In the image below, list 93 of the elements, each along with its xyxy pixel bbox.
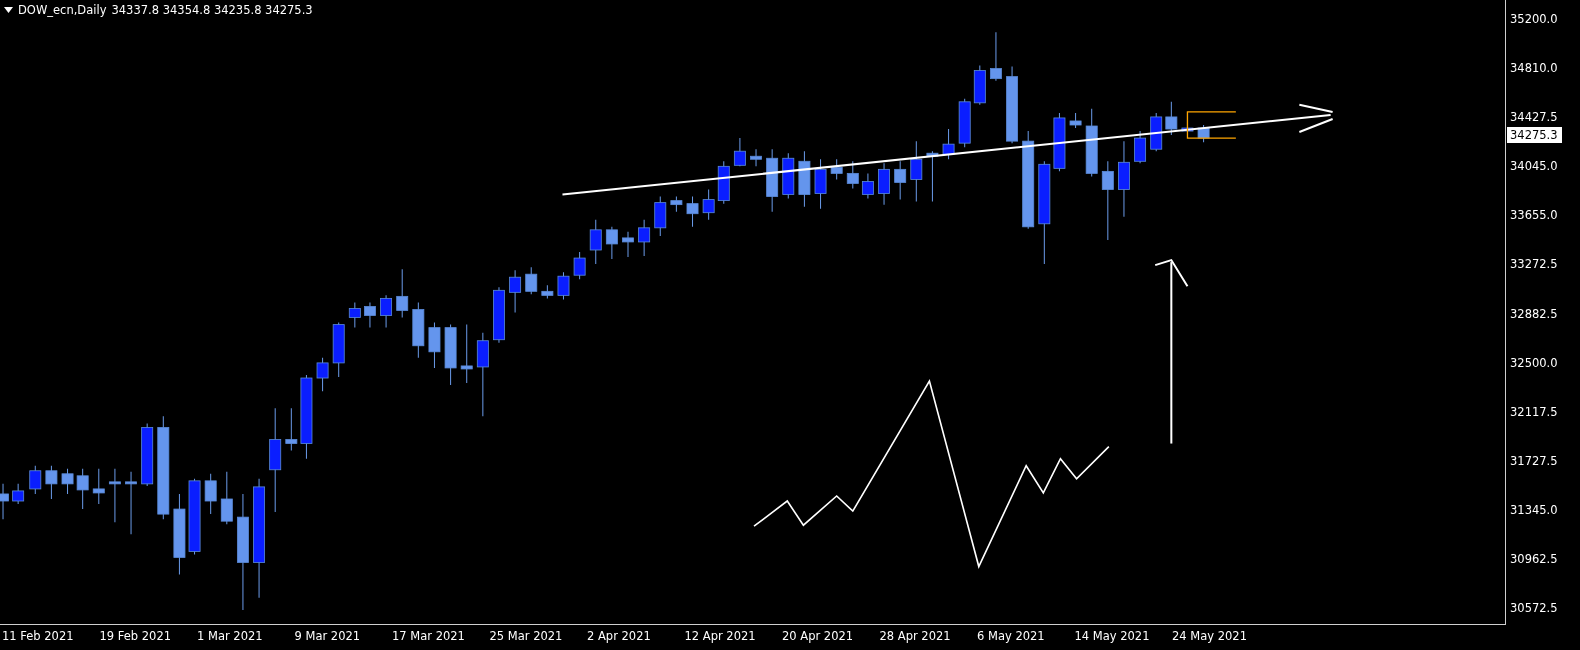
candlestick [766,148,779,213]
price-label: 32117.5 [1510,404,1559,419]
price-label: 30962.5 [1510,552,1559,567]
price-label: 31727.5 [1510,453,1559,468]
candlestick [493,286,505,344]
candlestick [220,471,233,525]
candlestick [460,324,473,384]
price-label: 30572.5 [1510,601,1559,616]
candlestick [990,31,1002,82]
candlestick [141,422,154,487]
candlestick [332,322,345,378]
price-label: 35200.0 [1510,12,1559,26]
candlestick [92,468,105,505]
price-label: 34045.0 [1510,159,1559,174]
candlestick [733,137,746,167]
candlestick [638,219,651,257]
date-label: 19 Feb 2021 [99,629,173,645]
candlestick [942,128,955,160]
symbol-timeframe: DOW_ecn,Daily [18,3,107,17]
date-label: 2 Apr 2021 [587,629,652,645]
candlestick [1053,112,1066,172]
price-range-box [1186,111,1237,139]
candlestick [750,148,762,167]
candlestick [29,465,42,495]
candlestick [973,65,986,106]
candlestick [380,294,393,329]
price-label: 33655.0 [1510,208,1559,223]
candlestick [1150,112,1163,152]
candlestick [444,324,457,386]
candlestick [1165,101,1178,136]
candlestick [605,226,618,260]
candlestick [861,172,874,200]
price-label: 33272.5 [1510,257,1559,272]
candlestick [573,251,586,280]
candlestick [830,158,843,180]
current-price-label: 34275.3 [1507,127,1562,143]
candlestick [1197,124,1210,143]
candlestick [926,150,939,203]
candlestick [670,196,683,213]
candlestick [45,465,58,500]
candlestick [814,158,827,210]
price-label: 34427.5 [1510,110,1559,125]
price-label: 31345.0 [1510,502,1559,517]
candlestick [364,301,376,329]
candlestick [108,468,121,523]
date-label: 1 Mar 2021 [197,629,264,645]
candlestick [76,468,89,510]
candlestick [125,471,137,535]
date-label: 24 May 2021 [1172,629,1248,645]
candlestick [541,284,554,299]
candlestick [428,322,441,369]
candlestick [910,140,923,203]
candlestick [958,98,971,148]
candlestick [396,268,409,319]
candlestick [1069,112,1082,129]
ohlc-values: 34337.8 34354.8 34235.8 34275.3 [111,3,313,17]
dropdown-triangle-icon[interactable] [4,7,13,13]
candlestick [316,357,329,392]
date-label: 12 Apr 2021 [684,629,757,645]
candlestick [686,196,699,228]
price-label: 34810.0 [1510,61,1559,76]
candlestick [509,269,522,313]
date-label: 14 May 2021 [1074,629,1151,645]
candlestick [798,150,811,208]
candlestick [878,162,890,206]
date-label: 25 Mar 2021 [489,629,564,645]
candlestick [622,231,634,258]
price-label: 32882.5 [1510,306,1559,321]
candlestick [654,196,667,237]
candlestick [204,473,217,515]
candlestick [12,483,25,505]
date-label: 20 Apr 2021 [782,629,855,645]
candlestick [717,160,730,205]
date-label: 11 Feb 2021 [2,629,75,645]
date-label: 28 Apr 2021 [879,629,952,645]
candlestick [894,160,907,201]
candlestick [412,301,425,359]
date-label: 6 May 2021 [977,629,1046,645]
candlestick [285,407,298,452]
candlestick [846,160,859,189]
candlestick [61,468,74,495]
candlestick [348,301,361,329]
candlestick [782,152,795,200]
date-label: 9 Mar 2021 [294,629,362,645]
candlestick [1134,130,1147,164]
candlestick [0,483,9,520]
candlestick [557,271,570,300]
candlestick [525,266,538,295]
candlestick [702,189,715,221]
candlestick [1085,108,1098,177]
candlestick [589,219,602,265]
date-label: 17 Mar 2021 [392,629,466,645]
price-label: 32500.0 [1510,355,1559,370]
